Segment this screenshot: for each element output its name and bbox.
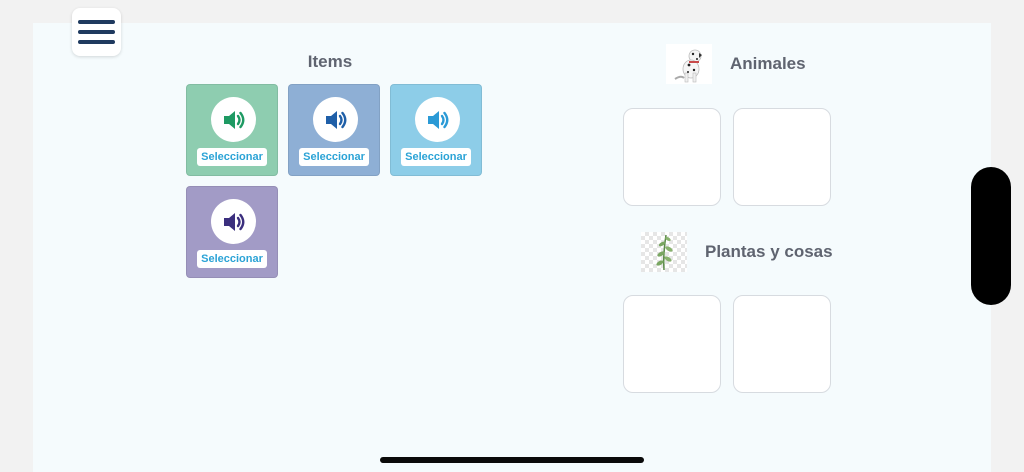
menu-bar <box>78 30 115 34</box>
item-card[interactable]: Seleccionar <box>186 186 278 278</box>
drop-slot[interactable] <box>733 295 831 393</box>
select-button[interactable]: Seleccionar <box>197 250 267 268</box>
items-title: Items <box>307 52 353 71</box>
plant-sprig-image <box>641 232 687 272</box>
category-header-animales: Animales <box>666 44 806 84</box>
home-indicator[interactable] <box>380 457 644 463</box>
select-button[interactable]: Seleccionar <box>299 148 369 166</box>
menu-button[interactable] <box>72 8 121 56</box>
speaker-icon <box>223 212 244 231</box>
dalmatian-dog-image <box>666 44 712 84</box>
speaker-icon <box>223 110 244 129</box>
side-scroll-handle[interactable] <box>971 167 1011 305</box>
play-sound-button[interactable] <box>313 97 358 142</box>
play-sound-button[interactable] <box>211 97 256 142</box>
app-surface <box>33 23 991 472</box>
item-card[interactable]: Seleccionar <box>390 84 482 176</box>
speaker-icon <box>427 110 448 129</box>
item-card[interactable]: Seleccionar <box>186 84 278 176</box>
item-card[interactable]: Seleccionar <box>288 84 380 176</box>
category-title: Animales <box>730 54 806 73</box>
menu-bar <box>78 40 115 44</box>
hamburger-menu-icon <box>78 20 115 24</box>
select-button[interactable]: Seleccionar <box>401 148 471 166</box>
drop-slot[interactable] <box>623 295 721 393</box>
play-sound-button[interactable] <box>415 97 460 142</box>
speaker-icon <box>325 110 346 129</box>
select-button[interactable]: Seleccionar <box>197 148 267 166</box>
category-header-plantas: Plantas y cosas <box>641 232 833 272</box>
drop-slot[interactable] <box>733 108 831 206</box>
drop-slot[interactable] <box>623 108 721 206</box>
category-title: Plantas y cosas <box>705 242 833 261</box>
play-sound-button[interactable] <box>211 199 256 244</box>
